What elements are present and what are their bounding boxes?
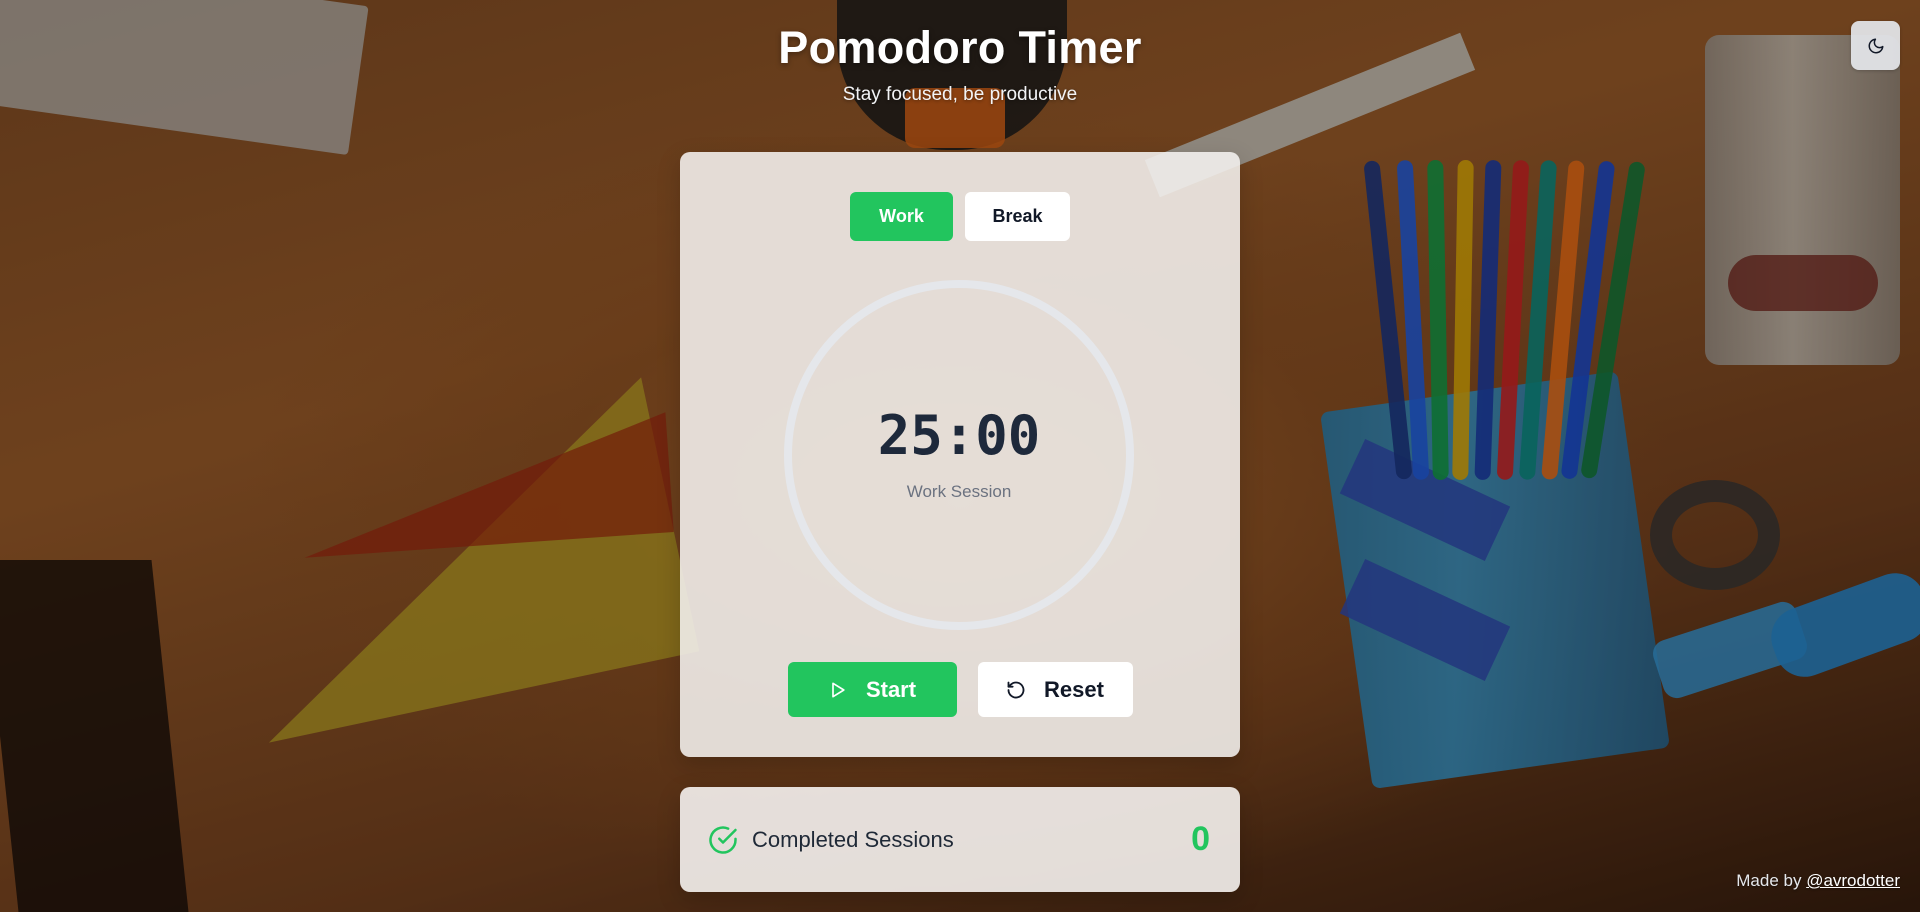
timer-time: 25:00 [877,404,1041,467]
work-mode-button[interactable]: Work [850,192,953,241]
reset-label: Reset [1044,676,1104,702]
timer-card: Work Break 25:00 Work Session Start Rese… [680,152,1240,757]
author-link[interactable]: @avrodotter [1806,871,1900,890]
theme-toggle-button[interactable] [1851,21,1900,70]
page-header: Pomodoro Timer Stay focused, be producti… [0,22,1920,106]
rotate-ccw-icon [1007,681,1025,698]
timer-display: 25:00 Work Session [783,279,1135,631]
completed-sessions-label: Completed Sessions [752,826,954,852]
check-circle-icon [709,825,737,854]
start-button[interactable]: Start [787,662,957,717]
completed-sessions-card: Completed Sessions 0 [680,787,1240,892]
mode-tabs: Work Break [680,192,1240,241]
footer-prefix: Made by [1736,871,1802,890]
moon-icon [1868,38,1883,53]
start-label: Start [865,676,917,702]
reset-button[interactable]: Reset [977,662,1133,717]
footer-credit: Made by @avrodotter [1736,871,1900,891]
break-mode-button[interactable]: Break [965,192,1070,241]
completed-sessions-count: 0 [1191,820,1210,858]
session-label: Work Session [906,482,1012,501]
page-title: Pomodoro Timer [778,22,1142,73]
timer-controls: Start Reset [680,662,1240,717]
play-icon [832,682,845,697]
page-subtitle: Stay focused, be productive [842,84,1078,105]
